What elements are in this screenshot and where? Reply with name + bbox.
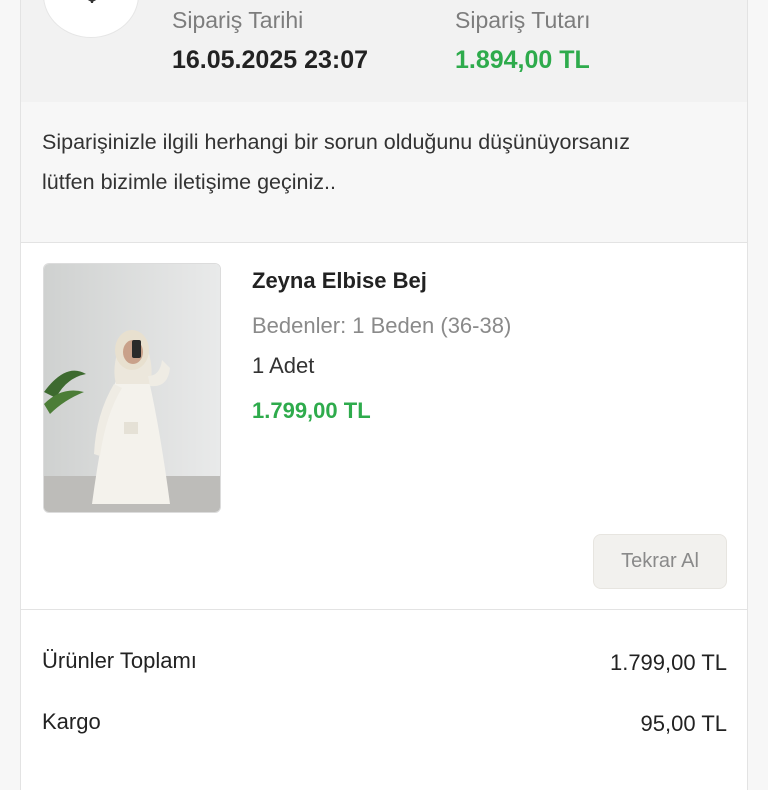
section-divider xyxy=(21,609,747,610)
summary-row-label: Kargo xyxy=(42,709,101,734)
order-date-label: Sipariş Tarihi xyxy=(172,7,304,33)
package-badge xyxy=(43,0,139,38)
support-notice: Siparişinizle ilgili herhangi bir sorun … xyxy=(21,102,747,243)
summary-row-value: 95,00 TL xyxy=(640,711,727,736)
product-price: 1.799,00 TL xyxy=(252,398,371,423)
reorder-button[interactable]: Tekrar Al xyxy=(593,534,727,589)
support-notice-text: Siparişinizle ilgili herhangi bir sorun … xyxy=(42,130,631,194)
product-quantity: 1 Adet xyxy=(252,353,315,378)
order-total-label: Sipariş Tutarı xyxy=(455,7,591,33)
summary-row-value: 1.799,00 TL xyxy=(609,650,727,675)
order-total-value: 1.894,00 TL xyxy=(455,46,590,74)
product-size: Bedenler: 1 Beden (36-38) xyxy=(252,313,512,338)
order-detail-card: Sipariş Tarihi 16.05.2025 23:07 Sipariş … xyxy=(20,0,748,790)
product-title[interactable]: Zeyna Elbise Bej xyxy=(252,268,427,294)
package-icon xyxy=(87,0,97,3)
summary-row-label: Ürünler Toplamı xyxy=(42,648,197,673)
order-date-value: 16.05.2025 23:07 xyxy=(172,46,369,74)
product-image[interactable] xyxy=(43,263,221,513)
order-header: Sipariş Tarihi 16.05.2025 23:07 Sipariş … xyxy=(21,0,747,103)
